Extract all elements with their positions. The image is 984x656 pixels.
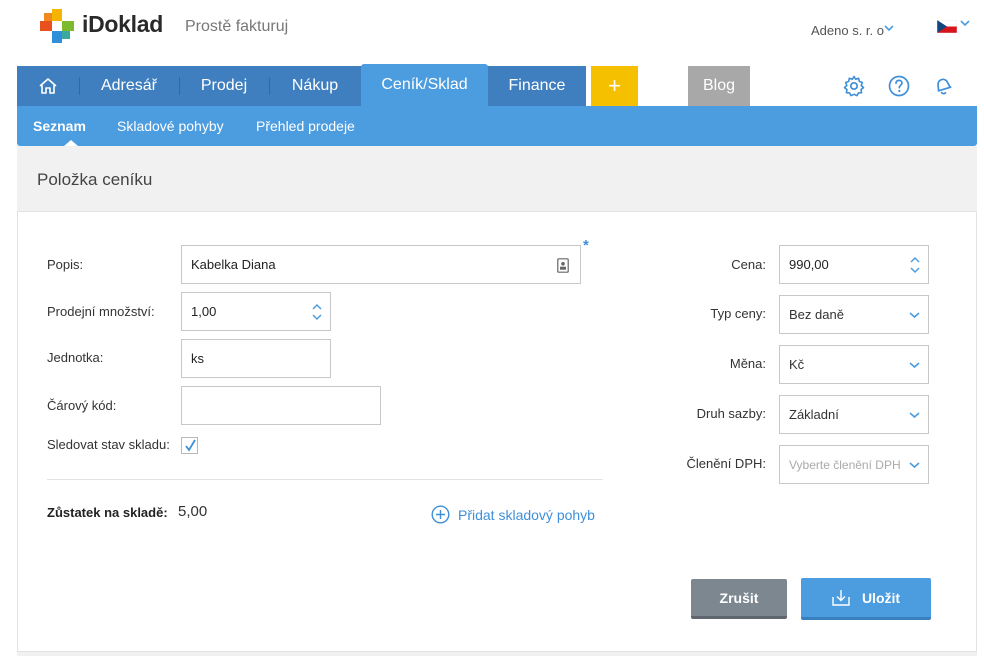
stepper-icon[interactable] (909, 255, 921, 275)
jednotka-input[interactable]: ks (181, 339, 331, 378)
nav-prodej[interactable]: Prodej (179, 66, 269, 106)
mena-value: Kč (789, 357, 805, 372)
cleneni-placeholder: Vyberte členění DPH (789, 457, 901, 472)
chevron-down-icon (909, 411, 920, 418)
checkmark-icon (185, 439, 196, 452)
sub-nav: Seznam Skladové pohyby Přehled prodeje (17, 106, 977, 146)
tagline: Prostě fakturuj (185, 18, 289, 35)
add-stock-movement-link[interactable]: Přidat skladový pohyb (431, 505, 595, 524)
chevron-down-icon[interactable] (960, 19, 970, 27)
nav-finance[interactable]: Finance (488, 66, 586, 106)
stock-value: 5,00 (178, 503, 208, 520)
home-button[interactable] (17, 66, 79, 106)
cena-label: Cena: (731, 257, 766, 272)
save-button[interactable]: Uložit (801, 578, 931, 620)
top-header: iDoklad Prostě fakturuj Adeno s. r. o (0, 0, 984, 66)
nav-cenik-sklad[interactable]: Ceník/Sklad (361, 64, 488, 106)
idoklad-logo-icon[interactable] (40, 9, 74, 43)
cleneni-select[interactable]: Vyberte členění DPH (779, 445, 929, 484)
add-stock-movement-label: Přidat skladový pohyb (458, 506, 595, 523)
bell-icon[interactable] (931, 74, 955, 98)
chevron-down-icon (909, 460, 920, 469)
brand-name[interactable]: iDoklad (82, 11, 163, 38)
divider (47, 479, 603, 480)
jednotka-label: Jednotka: (47, 350, 104, 365)
chevron-down-icon[interactable] (884, 24, 894, 32)
popis-input[interactable]: Kabelka Diana (181, 245, 581, 284)
czech-flag-icon[interactable] (937, 20, 957, 33)
chevron-down-icon (909, 361, 920, 368)
nav-adresar[interactable]: Adresář (79, 66, 179, 106)
kod-label: Čárový kód: (47, 398, 117, 413)
plus-circle-icon (431, 505, 450, 524)
druh-sazby-value: Základní (789, 407, 839, 422)
jednotka-value: ks (191, 351, 204, 366)
popis-value: Kabelka Diana (191, 257, 276, 272)
typ-ceny-label: Typ ceny: (710, 306, 766, 321)
mnozstvi-input[interactable]: 1,00 (181, 292, 331, 331)
sklad-label: Sledovat stav skladu: (47, 437, 170, 452)
stock-label: Zůstatek na skladě: (47, 505, 168, 520)
chevron-down-icon (909, 311, 920, 318)
page-title: Položka ceníku (37, 170, 153, 189)
mena-select[interactable]: Kč (779, 345, 929, 384)
download-icon (832, 590, 850, 606)
druh-sazby-label: Druh sazby: (696, 406, 766, 421)
nav-blog[interactable]: Blog (688, 66, 750, 106)
track-stock-checkbox[interactable] (181, 437, 198, 454)
typ-ceny-select[interactable]: Bez daně (779, 295, 929, 334)
main-nav: Adresář Prodej Nákup Ceník/Sklad Finance… (17, 64, 977, 106)
nav-gap (638, 66, 688, 106)
mnozstvi-label: Prodejní množství: (47, 304, 155, 319)
mena-label: Měna: (729, 356, 766, 371)
subnav-prehled-prodeje[interactable]: Přehled prodeje (256, 118, 355, 134)
cancel-button[interactable]: Zrušit (691, 579, 787, 619)
cena-input[interactable]: 990,00 (779, 245, 929, 284)
mnozstvi-value: 1,00 (191, 304, 217, 319)
home-icon (39, 78, 57, 94)
typ-ceny-value: Bez daně (789, 307, 844, 322)
required-mark: * (583, 237, 589, 254)
save-label: Uložit (861, 589, 901, 606)
cena-value: 990,00 (789, 257, 829, 272)
help-icon[interactable] (887, 74, 911, 98)
popis-label: Popis: (47, 257, 84, 272)
barcode-input[interactable] (181, 386, 381, 425)
gear-icon[interactable] (842, 74, 866, 98)
add-new-button[interactable]: + (591, 66, 638, 106)
stepper-icon[interactable] (311, 302, 323, 322)
subnav-seznam[interactable]: Seznam (33, 118, 86, 134)
nav-nakup[interactable]: Nákup (269, 66, 361, 106)
druh-sazby-select[interactable]: Základní (779, 395, 929, 434)
subnav-skladove-pohyby[interactable]: Skladové pohyby (117, 118, 224, 134)
company-selector[interactable]: Adeno s. r. o (811, 23, 884, 38)
cleneni-label: Členění DPH: (686, 456, 766, 471)
contact-card-icon[interactable] (557, 258, 569, 273)
